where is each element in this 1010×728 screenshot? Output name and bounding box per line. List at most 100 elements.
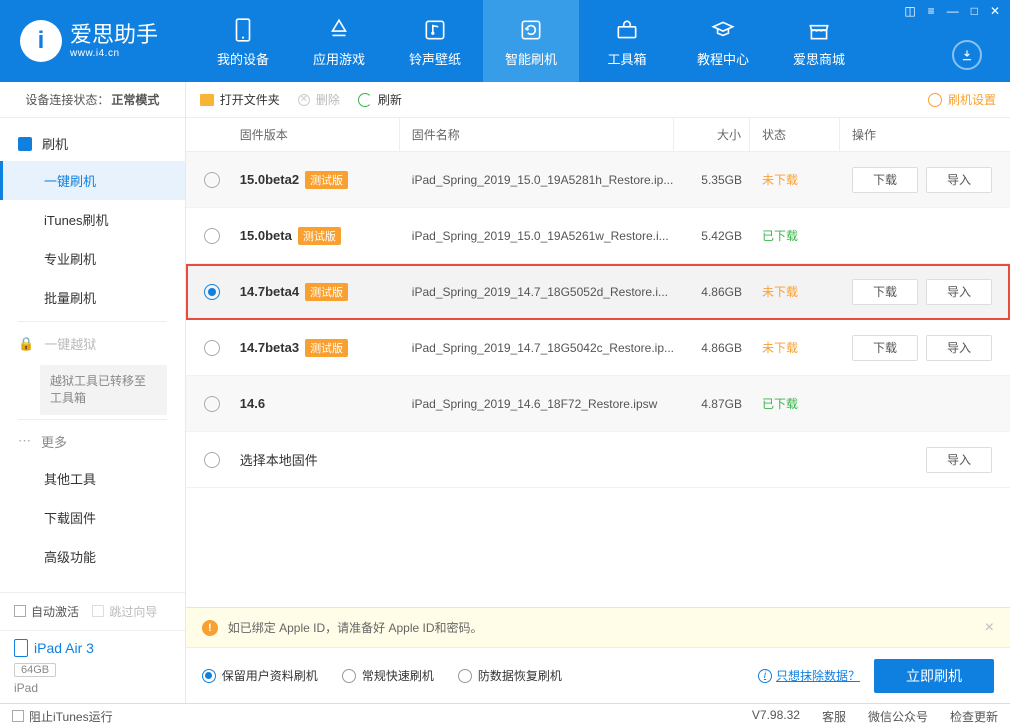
minimize-icon[interactable]: — — [947, 4, 959, 18]
phone-square-icon — [18, 137, 32, 151]
fw-status: 已下载 — [750, 395, 840, 412]
row-radio[interactable] — [204, 228, 220, 244]
more-icon: ⋯ — [18, 433, 31, 449]
fw-status: 未下载 — [750, 283, 840, 300]
firmware-rows: 15.0beta2测试版iPad_Spring_2019_15.0_19A528… — [186, 152, 1010, 607]
table-row-local[interactable]: 选择本地固件 导入 — [186, 432, 1010, 488]
fw-filename: iPad_Spring_2019_15.0_19A5281h_Restore.i… — [400, 173, 674, 187]
menu-icon[interactable]: ≡ — [928, 4, 935, 18]
maximize-icon[interactable]: □ — [971, 4, 978, 18]
table-row[interactable]: 15.0beta 测试版 iPad_Spring_2019_15.0_19A5261… — [186, 208, 1010, 264]
row-radio[interactable] — [204, 340, 220, 356]
sidebar-item-download-fw[interactable]: 下载固件 — [0, 498, 185, 537]
top-bar: i 爱思助手 www.i4.cn 我的设备 应用游戏 铃声壁纸 智能刷机 工具箱… — [0, 0, 1010, 82]
download-button[interactable]: 下载 — [852, 335, 918, 361]
nav-tutorial[interactable]: 教程中心 — [675, 0, 771, 82]
customer-service-link[interactable]: 客服 — [822, 708, 846, 725]
sidebar-item-advanced[interactable]: 高级功能 — [0, 537, 185, 576]
close-icon[interactable]: ✕ — [990, 4, 1000, 18]
store-icon — [804, 15, 834, 45]
appleid-notice: ! 如已绑定 Apple ID，请准备好 Apple ID和密码。 × — [186, 607, 1010, 647]
download-button[interactable]: 下载 — [852, 279, 918, 305]
close-notice-button[interactable]: × — [985, 619, 994, 637]
device-name[interactable]: iPad Air 3 — [0, 631, 185, 659]
refresh-button[interactable]: 刷新 — [358, 91, 402, 108]
beta-badge: 测试版 — [305, 339, 348, 357]
grad-cap-icon — [708, 15, 738, 45]
sidebar-item-batch-flash[interactable]: 批量刷机 — [0, 278, 185, 317]
sidebar: 设备连接状态： 正常模式 刷机 一键刷机 iTunes刷机 专业刷机 批量刷机 … — [0, 82, 186, 703]
import-button[interactable]: 导入 — [926, 167, 992, 193]
table-row[interactable]: 14.7beta3测试版iPad_Spring_2019_14.7_18G504… — [186, 320, 1010, 376]
sidebar-item-oneclick-flash[interactable]: 一键刷机 — [0, 161, 185, 200]
flash-settings-button[interactable]: 刷机设置 — [928, 91, 996, 108]
row-radio[interactable] — [204, 284, 220, 300]
app-icon — [324, 15, 354, 45]
row-radio[interactable] — [204, 452, 220, 468]
erase-only-link[interactable]: i只想抹除数据？ — [758, 667, 860, 684]
open-folder-button[interactable]: 打开文件夹 — [200, 91, 280, 108]
fw-status: 未下载 — [750, 171, 840, 188]
download-indicator-icon[interactable] — [952, 40, 982, 70]
fw-filename: iPad_Spring_2019_14.6_18F72_Restore.ipsw — [400, 397, 674, 411]
local-fw-label: 选择本地固件 — [240, 450, 674, 469]
shirt-icon[interactable]: ◫ — [904, 4, 915, 18]
table-row[interactable]: 14.6 iPad_Spring_2019_14.6_18F72_Restore.… — [186, 376, 1010, 432]
main-panel: 打开文件夹 ✕删除 刷新 刷机设置 固件版本 固件名称 大小 状态 操作 15.… — [186, 82, 1010, 703]
window-controls: ◫ ≡ — □ ✕ — [904, 4, 1000, 18]
header-name: 固件名称 — [400, 118, 674, 151]
sidebar-group-flash[interactable]: 刷机 — [0, 126, 185, 161]
music-icon — [420, 15, 450, 45]
skip-guide-checkbox[interactable]: 跳过向导 — [92, 603, 157, 620]
auto-activate-checkbox[interactable]: 自动激活 — [14, 603, 79, 620]
table-row[interactable]: 15.0beta2测试版iPad_Spring_2019_15.0_19A528… — [186, 152, 1010, 208]
brand-name: 爱思助手 — [70, 23, 158, 47]
fw-filename: iPad_Spring_2019_14.7_18G5042c_Restore.i… — [400, 341, 674, 355]
table-row[interactable]: 14.7beta4测试版iPad_Spring_2019_14.7_18G505… — [186, 264, 1010, 320]
folder-icon — [200, 94, 214, 106]
connection-status: 设备连接状态： 正常模式 — [0, 82, 185, 118]
sidebar-group-more[interactable]: ⋯更多 — [0, 424, 185, 459]
sidebar-item-other-tools[interactable]: 其他工具 — [0, 459, 185, 498]
fw-size: 4.86GB — [674, 341, 750, 355]
delete-icon: ✕ — [298, 94, 310, 106]
fw-size: 5.42GB — [674, 229, 750, 243]
main-nav: 我的设备 应用游戏 铃声壁纸 智能刷机 工具箱 教程中心 爱思商城 — [195, 0, 867, 82]
sidebar-group-jailbreak: 🔒一键越狱 — [0, 326, 185, 361]
import-button[interactable]: 导入 — [926, 447, 992, 473]
check-update-link[interactable]: 检查更新 — [950, 708, 998, 725]
option-anti-recovery[interactable]: 防数据恢复刷机 — [458, 667, 562, 684]
refresh-icon — [358, 93, 372, 107]
brand-url: www.i4.cn — [70, 48, 158, 59]
option-quick-flash[interactable]: 常规快速刷机 — [342, 667, 434, 684]
nav-my-device[interactable]: 我的设备 — [195, 0, 291, 82]
nav-store[interactable]: 爱思商城 — [771, 0, 867, 82]
fw-version: 14.6 — [240, 396, 265, 411]
header-version: 固件版本 — [240, 118, 400, 151]
import-button[interactable]: 导入 — [926, 335, 992, 361]
import-button[interactable]: 导入 — [926, 279, 992, 305]
nav-flash[interactable]: 智能刷机 — [483, 0, 579, 82]
beta-badge: 测试版 — [298, 227, 341, 245]
status-bar: 阻止iTunes运行 V7.98.32 客服 微信公众号 检查更新 — [0, 703, 1010, 728]
nav-toolbox[interactable]: 工具箱 — [579, 0, 675, 82]
flash-now-button[interactable]: 立即刷机 — [874, 659, 994, 693]
delete-button[interactable]: ✕删除 — [298, 91, 340, 108]
fw-filename: iPad_Spring_2019_15.0_19A5261w_Restore.i… — [400, 229, 674, 243]
header-ops: 操作 — [840, 126, 1010, 143]
sidebar-item-pro-flash[interactable]: 专业刷机 — [0, 239, 185, 278]
sidebar-item-itunes-flash[interactable]: iTunes刷机 — [0, 200, 185, 239]
option-keep-data[interactable]: 保留用户资料刷机 — [202, 667, 318, 684]
block-itunes-checkbox[interactable]: 阻止iTunes运行 — [12, 708, 113, 725]
row-radio[interactable] — [204, 396, 220, 412]
nav-ringtone[interactable]: 铃声壁纸 — [387, 0, 483, 82]
device-type: iPad — [0, 677, 185, 703]
fw-version: 15.0beta — [240, 228, 292, 243]
fw-filename: iPad_Spring_2019_14.7_18G5052d_Restore.i… — [400, 285, 674, 299]
nav-apps[interactable]: 应用游戏 — [291, 0, 387, 82]
fw-version: 14.7beta4 — [240, 284, 299, 299]
footer-options: 保留用户资料刷机 常规快速刷机 防数据恢复刷机 i只想抹除数据？ 立即刷机 — [186, 647, 1010, 703]
download-button[interactable]: 下载 — [852, 167, 918, 193]
row-radio[interactable] — [204, 172, 220, 188]
wechat-link[interactable]: 微信公众号 — [868, 708, 928, 725]
